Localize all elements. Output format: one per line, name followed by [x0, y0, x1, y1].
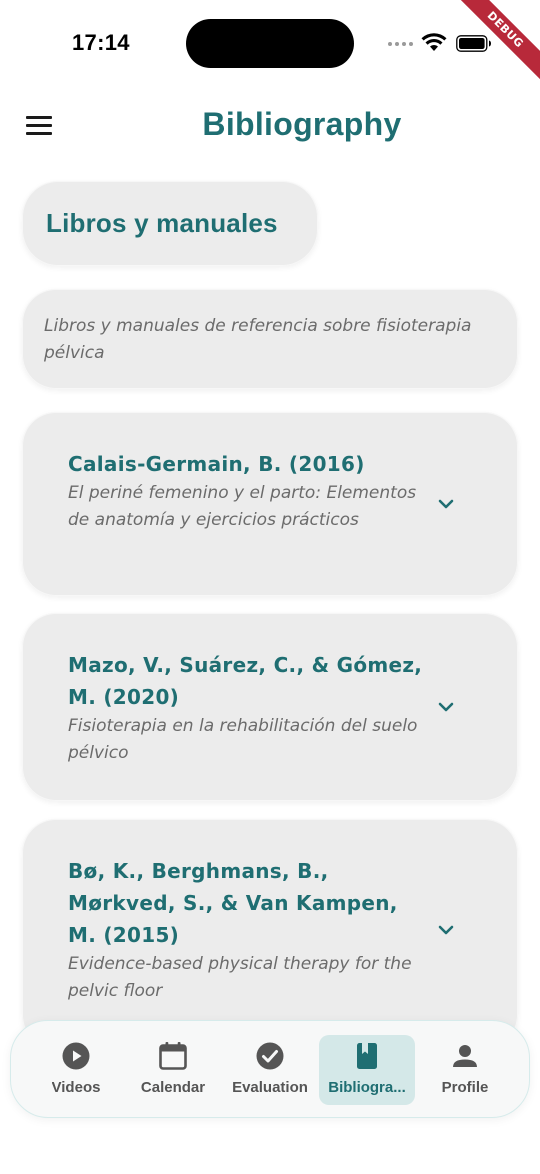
entry-title: El periné femenino y el parto: Elementos…: [68, 483, 417, 530]
entry-author: Mazo, V., Suárez, C., & Gómez, M. (2020): [68, 653, 423, 709]
nav-tab-videos[interactable]: Videos: [28, 1035, 124, 1105]
cellular-signal-icon: [388, 42, 413, 46]
bibliography-entry[interactable]: Calais-Germain, B. (2016) El periné feme…: [22, 412, 518, 596]
person-icon: [453, 1045, 477, 1067]
nav-tab-label: Profile: [441, 1079, 489, 1096]
wifi-icon: [421, 33, 447, 51]
nav-tab-evaluation[interactable]: Evaluation: [222, 1035, 318, 1105]
debug-ribbon: DEBUG: [450, 0, 540, 90]
bibliography-entry[interactable]: Mazo, V., Suárez, C., & Gómez, M. (2020)…: [22, 613, 518, 801]
bottom-navigation-bar: Videos Calendar Evaluation Bibliogra... …: [10, 1020, 530, 1118]
book-icon: [357, 1043, 377, 1069]
nav-tab-bibliography[interactable]: Bibliogra...: [319, 1035, 415, 1105]
entry-author: Bø, K., Berghmans, B., Mørkved, S., & Va…: [68, 859, 398, 947]
section-chip: Libros y manuales: [22, 181, 318, 266]
status-time: 17:14: [72, 30, 130, 55]
nav-tab-profile[interactable]: Profile: [417, 1035, 513, 1105]
page-title: Bibliography: [202, 106, 402, 142]
check-circle-icon: [256, 1042, 284, 1070]
nav-tab-label: Videos: [51, 1079, 101, 1096]
nav-tab-calendar[interactable]: Calendar: [125, 1035, 221, 1105]
chevron-down-icon[interactable]: [436, 700, 456, 714]
section-description: Libros y manuales de referencia sobre fi…: [44, 316, 472, 363]
chevron-down-icon[interactable]: [436, 497, 456, 511]
dynamic-island: [186, 19, 354, 68]
bibliography-entry[interactable]: Bø, K., Berghmans, B., Mørkved, S., & Va…: [22, 819, 518, 1049]
section-description-card: Libros y manuales de referencia sobre fi…: [22, 289, 518, 389]
calendar-icon: [159, 1042, 187, 1070]
entry-title: Fisioterapia en la rehabilitación del su…: [68, 716, 418, 763]
nav-tab-label: Evaluation: [232, 1079, 308, 1096]
section-title: Libros y manuales: [46, 208, 278, 238]
entry-author: Calais-Germain, B. (2016): [68, 452, 365, 476]
play-circle-icon: [62, 1042, 90, 1070]
entry-title: Evidence-based physical therapy for the …: [68, 954, 412, 1001]
status-bar: 17:14 DEBUG: [0, 0, 540, 88]
nav-tab-label: Calendar: [140, 1079, 206, 1096]
nav-tab-label: Bibliogra...: [328, 1079, 406, 1096]
chevron-down-icon[interactable]: [436, 923, 456, 937]
